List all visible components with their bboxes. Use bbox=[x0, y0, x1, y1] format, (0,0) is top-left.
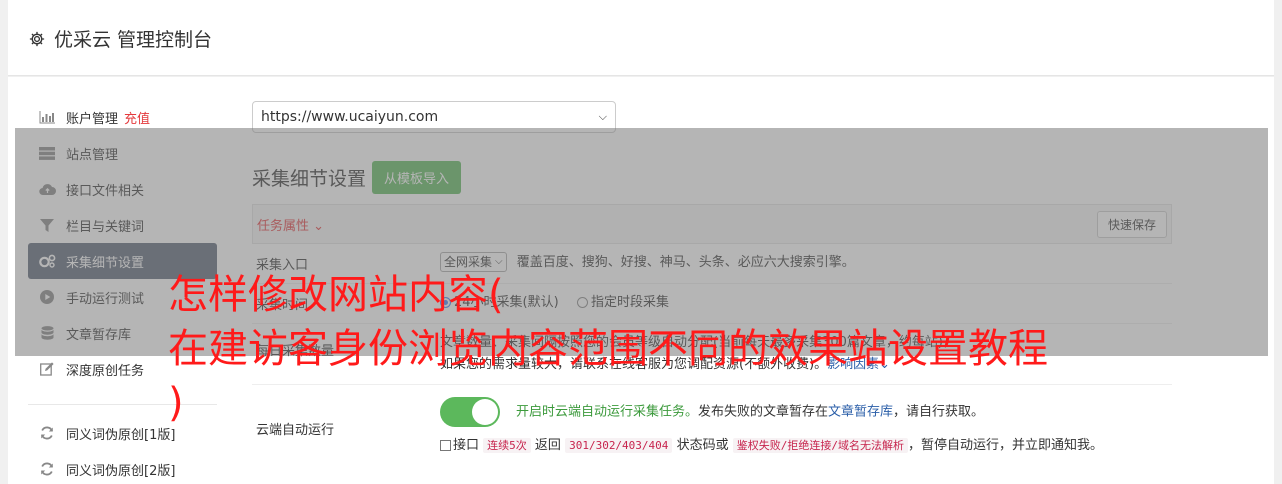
site-select-value: https://www.ucaiyun.com bbox=[261, 109, 439, 125]
pause-mid1: 返回 bbox=[534, 438, 561, 453]
refresh-icon bbox=[38, 462, 56, 476]
sidebar-item-label: 同义词伪原创[2版] bbox=[66, 463, 176, 479]
sidebar-item-label: 站点管理 bbox=[66, 147, 119, 163]
console-title-text: 优采云 管理控制台 bbox=[54, 29, 213, 51]
top-bar: 优采云 管理控制台 bbox=[8, 0, 1274, 76]
section-title: 采集细节设置 bbox=[252, 168, 367, 190]
site-select[interactable]: https://www.ucaiyun.com ⌵ bbox=[252, 101, 616, 133]
chevron-down-icon: ⌵ bbox=[598, 110, 607, 123]
overlay-headline: 怎样修改网站内容( 在建访客身份浏览内容范围不同的效果站设置教程 ) bbox=[168, 272, 1048, 426]
sidebar-item-label: 账户管理 bbox=[66, 111, 119, 127]
sidebar-item-label: 栏目与关键词 bbox=[66, 219, 145, 235]
console-title: 优采云 管理控制台 bbox=[28, 25, 212, 52]
server-icon bbox=[38, 146, 56, 160]
sidebar-item-label: 手动运行测试 bbox=[66, 291, 145, 307]
section-header: 采集细节设置 从模板导入 bbox=[252, 161, 1172, 194]
filter-icon bbox=[38, 218, 56, 232]
gears-icon bbox=[38, 254, 56, 268]
task-attributes-label: 任务属性 bbox=[257, 218, 310, 234]
edit-icon bbox=[38, 362, 56, 376]
task-attributes-toggle[interactable]: 任务属性 ⌄ bbox=[257, 215, 324, 234]
sidebar-item-interface-files[interactable]: 接口文件相关 bbox=[28, 171, 217, 207]
database-icon bbox=[38, 326, 56, 340]
sidebar-item-label: 采集细节设置 bbox=[66, 255, 145, 271]
task-attributes-header: 任务属性 ⌄ 快速保存 bbox=[252, 204, 1172, 244]
quick-save-button[interactable]: 快速保存 bbox=[1096, 210, 1167, 238]
play-icon bbox=[38, 290, 56, 304]
bar-chart-icon bbox=[38, 110, 56, 124]
pause-prefix: 接口 bbox=[453, 438, 480, 453]
double-chevron-down-icon: ⌄ bbox=[313, 218, 325, 234]
gear-icon bbox=[29, 31, 45, 46]
sidebar-item-label: 文章暂存库 bbox=[66, 327, 132, 343]
sidebar-item-sites[interactable]: 站点管理 bbox=[28, 135, 217, 171]
pause-checkbox[interactable] bbox=[440, 440, 451, 451]
sidebar-item-label: 接口文件相关 bbox=[66, 183, 145, 199]
pause-tail: ，暂停自动运行，并立即通知我。 bbox=[907, 438, 1103, 453]
sidebar-item-account[interactable]: 账户管理 充值 bbox=[28, 99, 217, 135]
sidebar-item-columns-keywords[interactable]: 栏目与关键词 bbox=[28, 207, 217, 243]
sidebar-item-label: 同义词伪原创[1版] bbox=[66, 427, 176, 443]
pause-mid2: 状态码或 bbox=[676, 438, 729, 453]
code-consecutive: 连续5次 bbox=[483, 438, 531, 453]
sidebar-item-label: 深度原创任务 bbox=[66, 363, 145, 379]
recharge-link[interactable]: 充值 bbox=[124, 108, 150, 127]
sidebar-item-synonym-v2[interactable]: 同义词伪原创[2版] bbox=[28, 451, 217, 484]
code-status: 301/302/403/404 bbox=[565, 438, 673, 453]
code-errors: 鉴权失败/拒绝连接/域名无法解析 bbox=[732, 438, 908, 453]
cloud-upload-icon bbox=[38, 182, 56, 196]
scrollbar[interactable] bbox=[1274, 0, 1282, 484]
refresh-icon bbox=[38, 426, 56, 440]
import-template-button[interactable]: 从模板导入 bbox=[372, 161, 462, 194]
